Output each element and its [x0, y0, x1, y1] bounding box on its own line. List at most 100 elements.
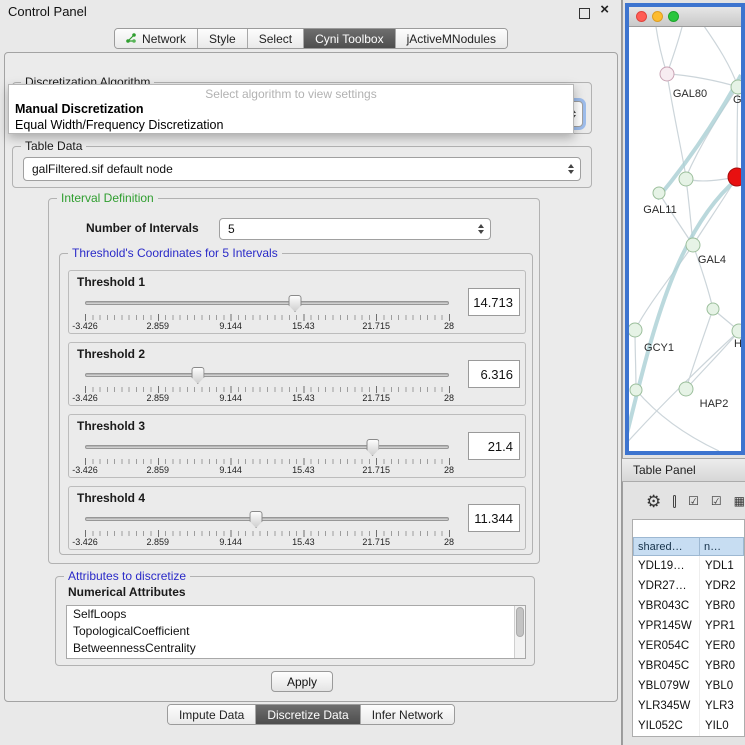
slider-major-ticks [85, 530, 450, 537]
table-toolbar: ⚙ ☑ ☑ ▦ [622, 486, 745, 516]
slider-handle[interactable] [250, 511, 263, 528]
num-intervals-select[interactable]: 5 [219, 218, 491, 240]
scale-label: 9.144 [219, 393, 242, 403]
tab-network[interactable]: Network [115, 29, 198, 48]
shared-name-cell[interactable]: YIL052C [633, 716, 700, 736]
name-cell[interactable]: YDR2 [700, 580, 744, 592]
shared-name-cell[interactable]: YLR345W [633, 696, 700, 716]
name-cell[interactable]: YER0 [700, 640, 744, 652]
gear-icon[interactable]: ⚙ [646, 493, 661, 510]
network-node[interactable] [660, 67, 674, 81]
shared-name-cell[interactable]: YDR27… [633, 576, 700, 596]
tab-cyni-toolbox[interactable]: Cyni Toolbox [304, 29, 395, 48]
network-node[interactable] [731, 80, 741, 94]
table-data-select[interactable]: galFiltered.sif default node [23, 157, 581, 181]
name-cell[interactable]: YPR1 [700, 620, 744, 632]
threshold-value-field[interactable]: 6.316 [468, 360, 520, 388]
network-node[interactable] [653, 187, 665, 199]
table-row[interactable]: YBR045CYBR0 [633, 656, 744, 676]
columns-icon[interactable] [673, 495, 676, 508]
popup-option-manual-discretization[interactable]: Manual Discretization [9, 101, 573, 117]
node-label: GAL4 [698, 254, 726, 266]
name-cell[interactable]: YLR3 [700, 700, 744, 712]
grid-icon[interactable]: ▦ [734, 495, 745, 507]
column-header-name[interactable]: n… [700, 537, 744, 556]
table-row[interactable]: YDL19…YDL1 [633, 556, 744, 576]
table-row[interactable]: YDR27…YDR2 [633, 576, 744, 596]
network-node[interactable] [686, 238, 700, 252]
network-node[interactable] [630, 384, 642, 396]
tab-discretize-data[interactable]: Discretize Data [256, 705, 360, 724]
threshold-value-field[interactable]: 21.4 [468, 432, 520, 460]
attribute-item[interactable]: TopologicalCoefficient [67, 623, 525, 640]
tab-select[interactable]: Select [248, 29, 304, 48]
threshold-slider[interactable] [85, 295, 449, 313]
table-row[interactable]: YBL079WYBL0 [633, 676, 744, 696]
num-intervals-label: Number of Intervals [86, 221, 199, 235]
shared-name-cell[interactable]: YDL19… [633, 556, 700, 576]
table-row[interactable]: YBR043CYBR0 [633, 596, 744, 616]
network-node[interactable] [707, 303, 719, 315]
name-cell[interactable]: YIL0 [700, 720, 744, 732]
name-cell[interactable]: YBR0 [700, 660, 744, 672]
table-row[interactable]: YIL052CYIL0 [633, 716, 744, 736]
name-cell[interactable]: YBL0 [700, 680, 744, 692]
slider-handle[interactable] [191, 367, 204, 384]
network-node[interactable] [629, 323, 642, 337]
slider-handle[interactable] [289, 295, 302, 312]
popup-option-equal-width-frequency[interactable]: Equal Width/Frequency Discretization [9, 117, 573, 133]
threshold-value-field[interactable]: 14.713 [468, 288, 520, 316]
float-window-icon[interactable] [579, 8, 590, 19]
slider-track[interactable] [85, 517, 449, 521]
name-cell[interactable]: YBR0 [700, 600, 744, 612]
shared-name-cell[interactable]: YBR045C [633, 656, 700, 676]
name-cell[interactable]: YDL1 [700, 560, 744, 572]
tab-infer-network[interactable]: Infer Network [361, 705, 454, 724]
table-row[interactable]: YPR145WYPR1 [633, 616, 744, 636]
network-canvas[interactable]: GAL80 GAL11 GAL4 GCY1 HAP2 GA H [629, 27, 741, 451]
tab-style[interactable]: Style [198, 29, 248, 48]
slider-track[interactable] [85, 373, 449, 377]
group-title: Interval Definition [57, 191, 158, 205]
attribute-item[interactable]: SelfLoops [67, 606, 525, 623]
network-node[interactable] [679, 172, 693, 186]
node-table: shared… n… YDL19…YDL1YDR27…YDR2YBR043CYB… [632, 519, 745, 737]
shared-name-cell[interactable]: YPR145W [633, 616, 700, 636]
network-node[interactable] [732, 324, 741, 338]
node-label: GCY1 [644, 342, 674, 354]
num-intervals-value: 5 [228, 222, 235, 236]
minimize-traffic-light-icon[interactable] [652, 11, 663, 22]
network-node[interactable] [679, 382, 693, 396]
attributes-list[interactable]: SelfLoopsTopologicalCoefficientBetweenne… [66, 605, 526, 659]
slider-track[interactable] [85, 301, 449, 305]
shared-name-cell[interactable]: YER054C [633, 636, 700, 656]
selected-network-node[interactable] [728, 168, 741, 186]
shared-name-cell[interactable]: YBR043C [633, 596, 700, 616]
deselect-all-icon[interactable]: ☑ [711, 495, 722, 507]
zoom-traffic-light-icon[interactable] [668, 11, 679, 22]
scrollbar[interactable] [514, 606, 525, 658]
threshold-value-field[interactable]: 11.344 [468, 504, 520, 532]
network-view-window[interactable]: GAL80 GAL11 GAL4 GCY1 HAP2 GA H [625, 3, 745, 455]
threshold-slider[interactable] [85, 367, 449, 385]
slider-track[interactable] [85, 445, 449, 449]
close-icon[interactable]: × [600, 1, 609, 18]
table-row[interactable]: YER054CYER0 [633, 636, 744, 656]
slider-handle[interactable] [366, 439, 379, 456]
select-all-icon[interactable]: ☑ [688, 495, 699, 507]
attribute-item[interactable]: BetweennessCentrality [67, 640, 525, 657]
table-row[interactable]: YLR345WYLR3 [633, 696, 744, 716]
shared-name-cell[interactable]: YBL079W [633, 676, 700, 696]
scrollbar-thumb[interactable] [516, 607, 524, 637]
threshold-slider[interactable] [85, 511, 449, 529]
apply-button[interactable]: Apply [271, 671, 333, 692]
threshold-panel: Threshold 2 -3.4262.8599.14415.4321.7152… [68, 342, 526, 406]
threshold-slider[interactable] [85, 439, 449, 457]
close-traffic-light-icon[interactable] [636, 11, 647, 22]
network-graph[interactable]: GAL80 GAL11 GAL4 GCY1 HAP2 GA H [629, 27, 741, 451]
tab-jactivemnodules[interactable]: jActiveMNodules [396, 29, 507, 48]
slider-scale: -3.4262.8599.14415.4321.71528 [85, 393, 449, 404]
tab-impute-data[interactable]: Impute Data [168, 705, 256, 724]
column-header-shared-name[interactable]: shared… [633, 537, 700, 556]
scale-label: -3.426 [72, 321, 98, 331]
